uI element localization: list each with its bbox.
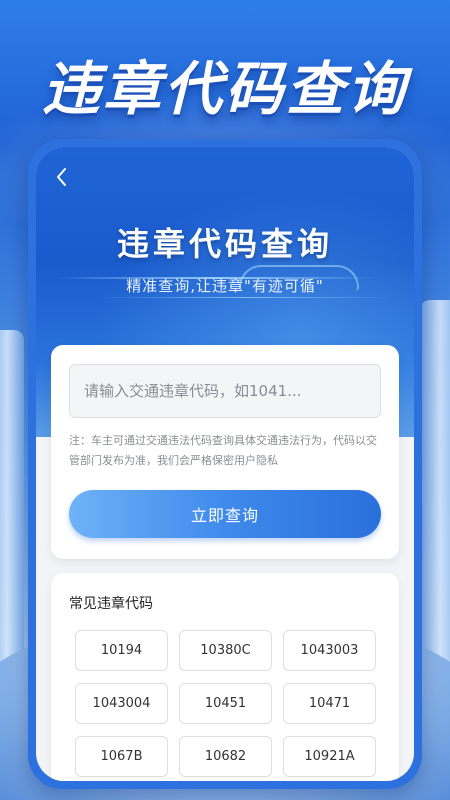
query-card: 注：车主可通过交通违法代码查询具体交通违法行为，代码以交管部门发布为准，我们会严… (51, 345, 399, 559)
code-chip[interactable]: 10471 (283, 683, 376, 724)
code-chip[interactable]: 1043004 (75, 683, 168, 724)
page-subtitle: 精准查询,让违章"有迹可循" (126, 277, 324, 295)
app-screen: 违章代码查询 精准查询,让违章"有迹可循" 注：车主可通过交通违法代码查询具体交… (36, 147, 414, 781)
code-grid: 10194 10380C 1043003 1043004 10451 10471… (75, 630, 379, 777)
code-chip[interactable]: 10451 (179, 683, 272, 724)
code-chip[interactable]: 1067B (75, 736, 168, 777)
chevron-left-icon (57, 168, 66, 186)
common-codes-title: 常见违章代码 (69, 596, 153, 612)
code-chip[interactable]: 1043003 (283, 630, 376, 671)
code-chip[interactable]: 10194 (75, 630, 168, 671)
phone-frame: 违章代码查询 精准查询,让违章"有迹可循" 注：车主可通过交通违法代码查询具体交… (28, 139, 422, 789)
privacy-note: 注：车主可通过交通违法代码查询具体交通违法行为，代码以交管部门发布为准，我们会严… (69, 434, 377, 467)
code-chip[interactable]: 10921A (283, 736, 376, 777)
code-chip[interactable]: 10380C (179, 630, 272, 671)
back-button[interactable] (50, 165, 74, 189)
page-title: 违章代码查询 (116, 225, 333, 263)
violation-code-input[interactable] (69, 364, 381, 418)
code-chip[interactable]: 10682 (179, 736, 272, 777)
query-button[interactable]: 立即查询 (69, 490, 381, 538)
banner-title: 违章代码查询 (41, 55, 408, 123)
common-codes-card: 常见违章代码 10194 10380C 1043003 1043004 1045… (51, 573, 399, 781)
decor-light-line (96, 297, 396, 298)
